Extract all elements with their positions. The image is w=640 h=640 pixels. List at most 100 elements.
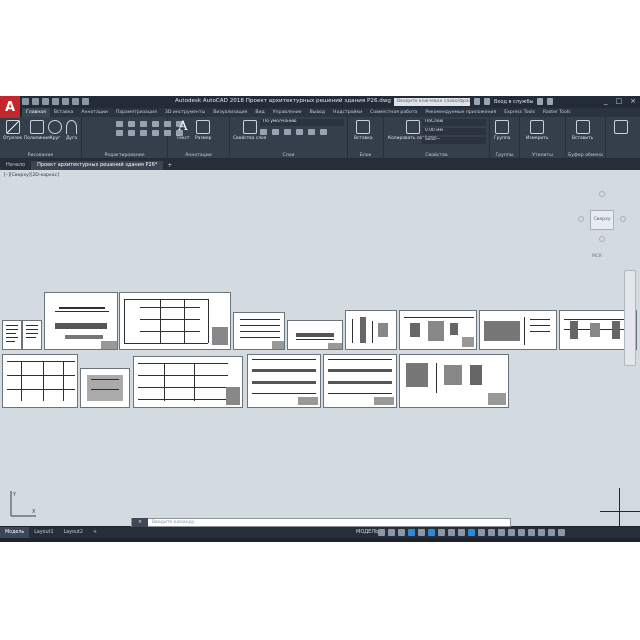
rotate-icon[interactable] xyxy=(128,121,135,127)
tab-featured-apps[interactable]: Рекомендуемые приложения xyxy=(421,108,500,117)
drawing-sheet[interactable] xyxy=(345,310,397,350)
color-dropdown[interactable]: ПоСлою xyxy=(422,119,486,126)
selection-cycling-icon[interactable] xyxy=(468,529,475,536)
tab-insert[interactable]: Вставка xyxy=(50,108,77,117)
layer-lock-icon[interactable] xyxy=(296,129,303,135)
tab-manage[interactable]: Управление xyxy=(269,108,306,117)
drawing-canvas[interactable]: [–][Сверху][2D-каркас] Сверху МСК Y X xyxy=(0,170,640,526)
workspace-gear-icon[interactable] xyxy=(488,529,495,536)
new-icon[interactable] xyxy=(22,98,29,105)
hardware-acceleration-icon[interactable] xyxy=(528,529,535,536)
layer-isolate-icon[interactable] xyxy=(260,129,267,135)
add-layout-button[interactable]: + xyxy=(88,527,102,538)
tab-express-tools[interactable]: Express Tools xyxy=(500,108,539,117)
tab-layout2[interactable]: Layout2 xyxy=(59,527,88,538)
maximize-button[interactable]: □ xyxy=(616,97,623,105)
isodraft-icon[interactable] xyxy=(418,529,425,536)
tab-model[interactable]: Модель xyxy=(0,527,30,538)
clean-screen-icon[interactable] xyxy=(548,529,555,536)
explode-icon[interactable] xyxy=(128,130,135,136)
drawing-sheet[interactable] xyxy=(2,320,22,350)
drawing-sheet[interactable] xyxy=(323,354,397,408)
drawing-sheet[interactable] xyxy=(399,310,477,350)
search-input[interactable]: Введите ключевое слово/фразу xyxy=(394,98,470,106)
compass-west[interactable] xyxy=(578,216,584,222)
fillet-icon[interactable] xyxy=(116,130,123,136)
exchange-icon[interactable] xyxy=(537,98,544,105)
open-icon[interactable] xyxy=(32,98,39,105)
drawing-sheet[interactable] xyxy=(119,292,231,350)
print-icon[interactable] xyxy=(62,98,69,105)
tab-annotate[interactable]: Аннотации xyxy=(77,108,112,117)
view-button[interactable] xyxy=(614,120,628,134)
model-space-toggle[interactable]: МОДЕЛЬ xyxy=(356,529,379,535)
tab-raster-tools[interactable]: Raster Tools xyxy=(539,108,575,117)
redo-icon[interactable] xyxy=(82,98,89,105)
viewport-controls[interactable]: [–][Сверху][2D-каркас] xyxy=(4,173,59,178)
drawing-sheet[interactable] xyxy=(233,312,285,350)
text-button[interactable]: A Текст xyxy=(176,120,190,142)
viewcube[interactable]: Сверху xyxy=(590,210,614,230)
tab-addins[interactable]: Надстройки xyxy=(329,108,366,117)
otrack-icon[interactable] xyxy=(438,529,445,536)
new-tab-button[interactable]: + xyxy=(163,161,176,170)
lineweight-icon[interactable] xyxy=(448,529,455,536)
drawing-sheet[interactable] xyxy=(133,356,243,408)
measure-button[interactable]: Измерить xyxy=(526,120,548,141)
signin-button[interactable]: Вход в службы xyxy=(494,99,533,105)
close-button[interactable]: × xyxy=(630,97,636,105)
trim-icon[interactable] xyxy=(140,121,147,127)
panel-title-clipboard[interactable]: Буфер обмена xyxy=(566,153,605,158)
drawing-sheet[interactable] xyxy=(80,368,130,408)
erase-icon[interactable] xyxy=(152,121,159,127)
drawing-sheet[interactable] xyxy=(479,310,557,350)
panel-title-block[interactable]: Блок xyxy=(348,153,383,158)
grid-icon[interactable] xyxy=(378,529,385,536)
tab-output[interactable]: Вывод xyxy=(306,108,329,117)
command-line-close-icon[interactable]: × xyxy=(132,518,148,527)
application-menu-button[interactable]: A xyxy=(0,96,20,118)
linetype-dropdown[interactable]: Solid— xyxy=(422,137,486,144)
panel-title-utilities[interactable]: Утилиты xyxy=(520,153,565,158)
drawing-sheet[interactable] xyxy=(247,354,321,408)
save-as-icon[interactable] xyxy=(52,98,59,105)
dimension-button[interactable]: Размер xyxy=(195,120,211,141)
move-icon[interactable] xyxy=(116,121,123,127)
tab-home[interactable]: Главная xyxy=(22,108,50,117)
isolate-objects-icon[interactable] xyxy=(538,529,545,536)
layer-off-icon[interactable] xyxy=(284,129,291,135)
tab-render[interactable]: Визуализация xyxy=(209,108,251,117)
panel-title-properties[interactable]: Свойства xyxy=(384,153,489,158)
tab-collaborate[interactable]: Совместная работа xyxy=(366,108,421,117)
osnap-icon[interactable] xyxy=(428,529,435,536)
command-input[interactable]: Введите команду xyxy=(148,520,195,525)
panel-title-groups[interactable]: Группы xyxy=(490,153,519,158)
compass-east[interactable] xyxy=(620,216,626,222)
panel-title-layers[interactable]: Слои xyxy=(230,153,347,158)
group-button[interactable]: Группа xyxy=(494,120,511,141)
minimize-button[interactable]: _ xyxy=(604,97,608,105)
tab-current-drawing[interactable]: Проект архитектурных решений здания Р26* xyxy=(31,161,164,170)
save-icon[interactable] xyxy=(42,98,49,105)
stretch-icon[interactable] xyxy=(140,130,147,136)
binoculars-icon[interactable] xyxy=(474,98,480,105)
paste-button[interactable]: Вставить xyxy=(572,120,593,141)
layer-current-icon[interactable] xyxy=(320,129,327,135)
units-icon[interactable] xyxy=(508,529,515,536)
panel-title-draw[interactable]: Рисование xyxy=(0,153,81,158)
tab-start[interactable]: Начало xyxy=(0,161,31,170)
tab-layout1[interactable]: Layout1 xyxy=(29,527,58,538)
quick-properties-icon[interactable] xyxy=(518,529,525,536)
customization-menu-icon[interactable] xyxy=(558,529,565,536)
circle-button[interactable]: Круг xyxy=(48,120,62,141)
panel-title-modify[interactable]: Редактирование xyxy=(82,153,167,158)
arc-button[interactable]: Дуга xyxy=(66,120,77,141)
drawing-sheet[interactable] xyxy=(44,292,118,350)
scale-icon[interactable] xyxy=(152,130,159,136)
compass-south[interactable] xyxy=(599,236,605,242)
polar-icon[interactable] xyxy=(408,529,415,536)
user-icon[interactable] xyxy=(484,98,490,105)
lineweight-dropdown[interactable]: 0.00 мм xyxy=(422,128,486,135)
panel-title-annotation[interactable]: Аннотации xyxy=(168,153,229,158)
tab-3d-tools[interactable]: 3D инструменты xyxy=(161,108,209,117)
